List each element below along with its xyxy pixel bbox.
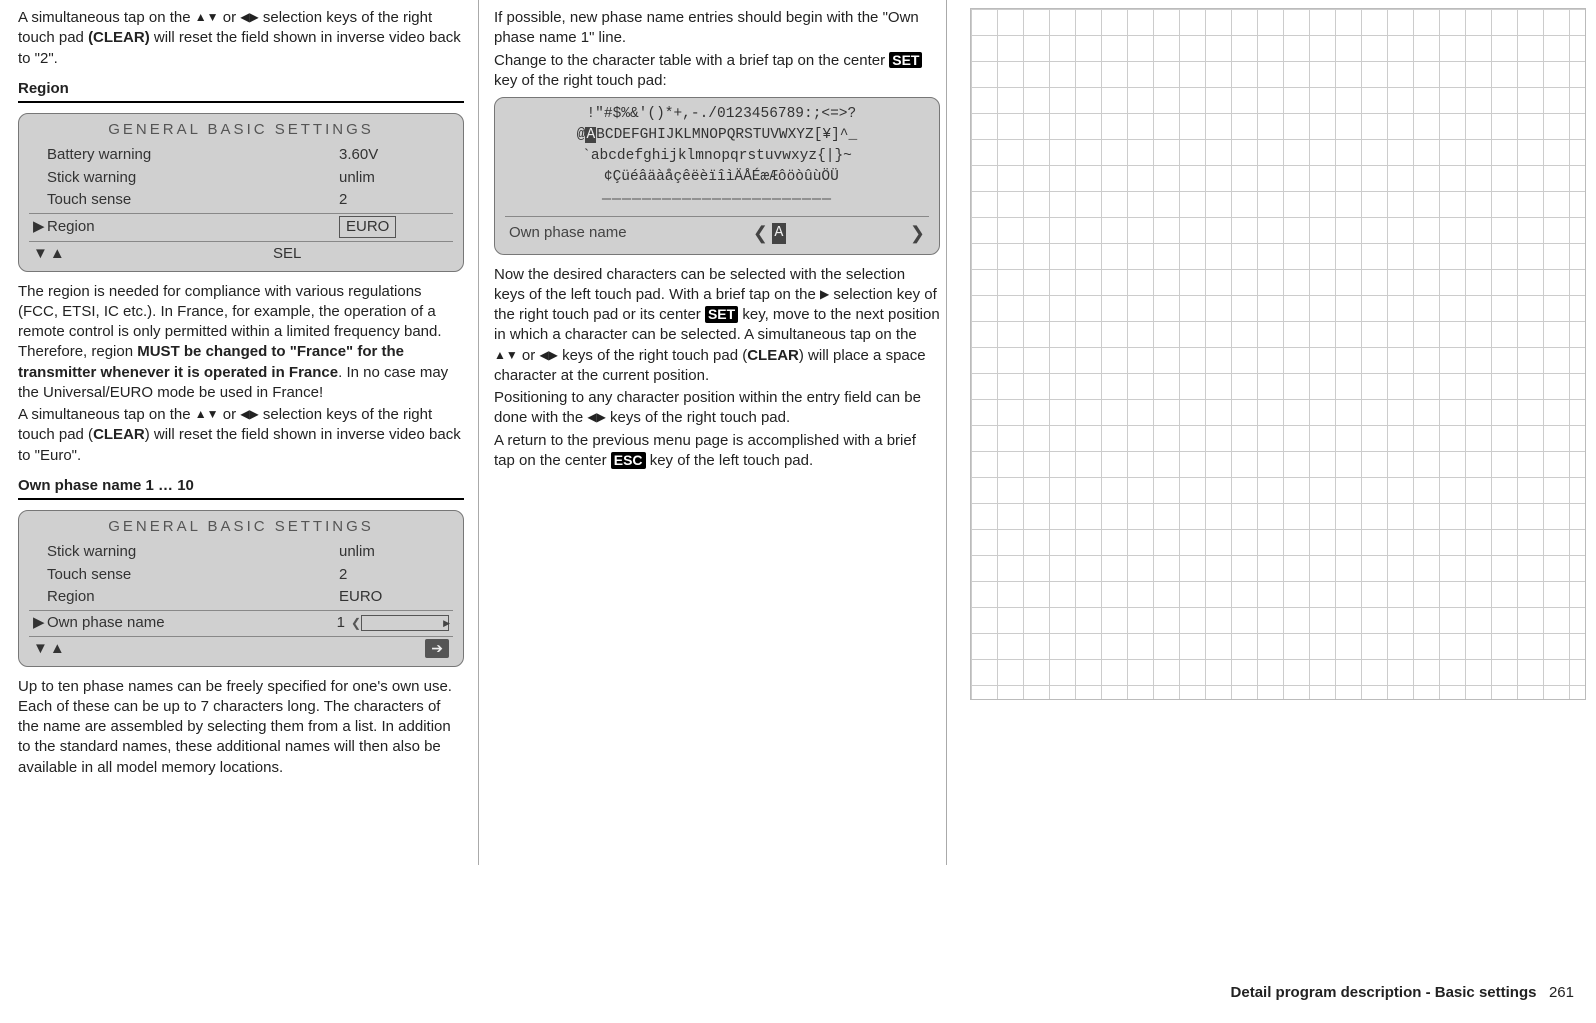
lcd-general-settings-region: GENERAL BASIC SETTINGS Battery warning3.… <box>18 113 464 272</box>
column-left: A simultaneous tap on the ▲▼ or ◀▶ selec… <box>18 8 464 780</box>
row-label: Stick warning <box>47 168 339 188</box>
row-value: 2 <box>339 190 449 210</box>
lcd-character-table: !"#$%&'()*+,-./0123456789:;<=>? @ABCDEFG… <box>494 97 940 255</box>
page-footer: Detail program description - Basic setti… <box>1231 983 1574 1003</box>
paragraph: Positioning to any character position wi… <box>494 388 940 429</box>
paragraph: The region is needed for compliance with… <box>18 282 464 404</box>
row-value: EURO <box>339 587 449 607</box>
lcd-footer: ▼▲ ➔ <box>29 636 453 659</box>
row-value: unlim <box>339 542 449 562</box>
lcd-row: RegionEURO <box>29 586 453 608</box>
row-label: Region <box>47 587 339 607</box>
lcd-row: Battery warning3.60V <box>29 144 453 166</box>
paragraph: If possible, new phase name entries shou… <box>494 8 940 49</box>
lcd-general-settings-phase: GENERAL BASIC SETTINGS Stick warningunli… <box>18 510 464 667</box>
page-number: 261 <box>1549 984 1574 1001</box>
text: A simultaneous tap on the <box>18 9 195 26</box>
entry-cursor: A <box>772 223 786 243</box>
clear-label: (CLEAR) <box>88 29 150 46</box>
paragraph: A simultaneous tap on the ▲▼ or ◀▶ selec… <box>18 405 464 466</box>
paragraph: Change to the character table with a bri… <box>494 51 940 92</box>
enter-arrow-icon: ➔ <box>425 639 449 658</box>
row-label: Touch sense <box>47 565 339 585</box>
text: or <box>518 347 540 364</box>
left-right-arrows-icon: ◀▶ <box>240 407 258 421</box>
left-right-arrows-icon: ◀▶ <box>587 410 605 424</box>
row-label: Touch sense <box>47 190 339 210</box>
phase-name-field <box>361 615 449 631</box>
lcd-row: Stick warningunlim <box>29 541 453 563</box>
column-divider-1 <box>478 0 479 865</box>
text: or <box>219 9 241 26</box>
lcd-row: Stick warningunlim <box>29 167 453 189</box>
esc-key: ESC <box>611 452 646 469</box>
angle-right-icon: ❯ <box>906 221 929 245</box>
text: A simultaneous tap on the <box>18 406 195 423</box>
lcd-row: Touch sense2 <box>29 189 453 211</box>
paragraph: Up to ten phase names can be freely spec… <box>18 677 464 778</box>
row-value: 3.60V <box>339 145 449 165</box>
text: or <box>219 406 241 423</box>
lcd-selected-row: ▶ Region EURO <box>29 213 453 239</box>
column-right <box>970 8 1586 780</box>
left-right-arrows-icon: ◀▶ <box>539 348 557 362</box>
angle-left-icon: ❮ <box>749 221 772 245</box>
lcd-title: GENERAL BASIC SETTINGS <box>29 517 453 537</box>
divider-line: ——————————————————————— <box>505 190 929 210</box>
char-row: !"#$%&'()*+,-./0123456789:;<=>? <box>505 104 929 125</box>
lcd-title: GENERAL BASIC SETTINGS <box>29 120 453 140</box>
lcd-footer: ▼▲ SEL <box>29 241 453 264</box>
row-value: unlim <box>339 168 449 188</box>
up-down-arrows-icon: ▲▼ <box>195 10 219 24</box>
char-row: `abcdefghijklmnopqrstuvwxyz{|}~ <box>505 146 929 167</box>
notes-grid <box>970 8 1586 700</box>
row-label: Region <box>47 217 339 237</box>
clear-label: CLEAR <box>93 426 145 443</box>
heading-region: Region <box>18 79 464 103</box>
clear-label: CLEAR <box>747 347 799 364</box>
angle-left-icon: ❮ <box>351 615 361 631</box>
set-key: SET <box>889 52 922 69</box>
up-down-arrows-icon: ▲▼ <box>195 407 219 421</box>
row-label: Stick warning <box>47 542 339 562</box>
right-arrow-icon: ▶ <box>820 287 829 301</box>
text: key of the left touch pad. <box>646 452 814 469</box>
column-divider-2 <box>946 0 947 865</box>
column-middle: If possible, new phase name entries shou… <box>494 8 940 780</box>
footer-label: SEL <box>93 244 409 264</box>
lcd-row: Touch sense2 <box>29 564 453 586</box>
entry-label: Own phase name <box>505 223 627 243</box>
lcd-selected-row: ▶ Own phase name 1 ❮ <box>29 610 453 634</box>
row-value: 2 <box>339 565 449 585</box>
text: key of the right touch pad: <box>494 72 667 89</box>
row-label: Own phase name <box>47 613 327 633</box>
left-right-arrows-icon: ◀▶ <box>240 10 258 24</box>
phase-index: 1 <box>327 613 351 633</box>
nav-arrows-icon: ▼▲ <box>33 639 93 659</box>
selection-marker-icon: ▶ <box>33 217 47 237</box>
text: keys of the right touch pad. <box>606 409 790 426</box>
nav-arrows-icon: ▼▲ <box>33 244 93 264</box>
char-row: ¢ÇüéâäàåçêëèïîìÄÅÉæÆôöòûùÖÜ <box>505 167 929 188</box>
paragraph: Now the desired characters can be select… <box>494 265 940 387</box>
lcd-entry-row: Own phase name ❮ A ❯ <box>505 216 929 245</box>
text: BCDEFGHIJKLMNOPQRSTUVWXYZ[¥]^_ <box>596 127 857 143</box>
set-key: SET <box>705 306 738 323</box>
paragraph: A simultaneous tap on the ▲▼ or ◀▶ selec… <box>18 8 464 69</box>
row-label: Battery warning <box>47 145 339 165</box>
footer-title: Detail program description - Basic setti… <box>1231 984 1537 1001</box>
selected-value-box: EURO <box>339 216 396 238</box>
up-down-arrows-icon: ▲▼ <box>494 348 518 362</box>
char-row: @ABCDEFGHIJKLMNOPQRSTUVWXYZ[¥]^_ <box>505 125 929 146</box>
selection-marker-icon: ▶ <box>33 613 47 633</box>
text: keys of the right touch pad ( <box>558 347 747 364</box>
heading-own-phase-name: Own phase name 1 … 10 <box>18 476 464 500</box>
text: Change to the character table with a bri… <box>494 52 889 69</box>
highlighted-char: A <box>585 127 596 143</box>
paragraph: A return to the previous menu page is ac… <box>494 431 940 472</box>
